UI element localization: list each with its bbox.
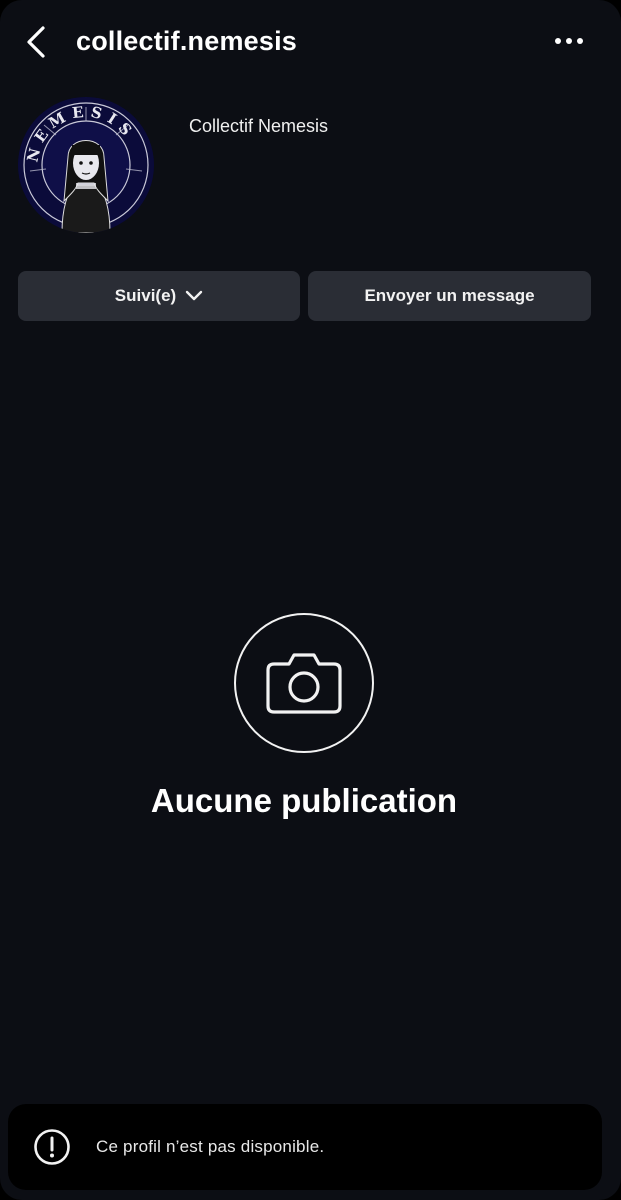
send-message-label: Envoyer un message: [364, 286, 535, 305]
empty-state-title: Aucune publication: [150, 782, 458, 819]
empty-state-icon-circle: [234, 613, 374, 753]
profile-unavailable-toast: Ce profil n’est pas disponible.: [8, 1104, 602, 1190]
send-message-button[interactable]: Envoyer un message: [308, 271, 591, 321]
following-button-label: Suivi(e): [114, 286, 177, 305]
alert-circle-icon: [32, 1127, 72, 1167]
profile-username: collectif.nemesis: [76, 26, 297, 56]
chevron-down-icon: [185, 287, 203, 305]
nemesis-logo-avatar: NEMESIS: [18, 97, 154, 233]
profile-display-name: Collectif Nemesis: [189, 116, 329, 136]
camera-icon: [266, 653, 342, 714]
toast-message: Ce profil n’est pas disponible.: [96, 1137, 325, 1156]
avatar[interactable]: NEMESIS: [18, 97, 154, 233]
following-button[interactable]: Suivi(e): [18, 271, 300, 321]
profile-screen: collectif.nemesis NEMESIS Collectif Neme…: [0, 0, 621, 1200]
more-horizontal-icon: [555, 38, 583, 44]
back-button[interactable]: [18, 22, 54, 62]
more-options-button[interactable]: [549, 26, 589, 56]
chevron-left-icon: [27, 26, 45, 58]
top-bar: collectif.nemesis: [0, 0, 621, 82]
